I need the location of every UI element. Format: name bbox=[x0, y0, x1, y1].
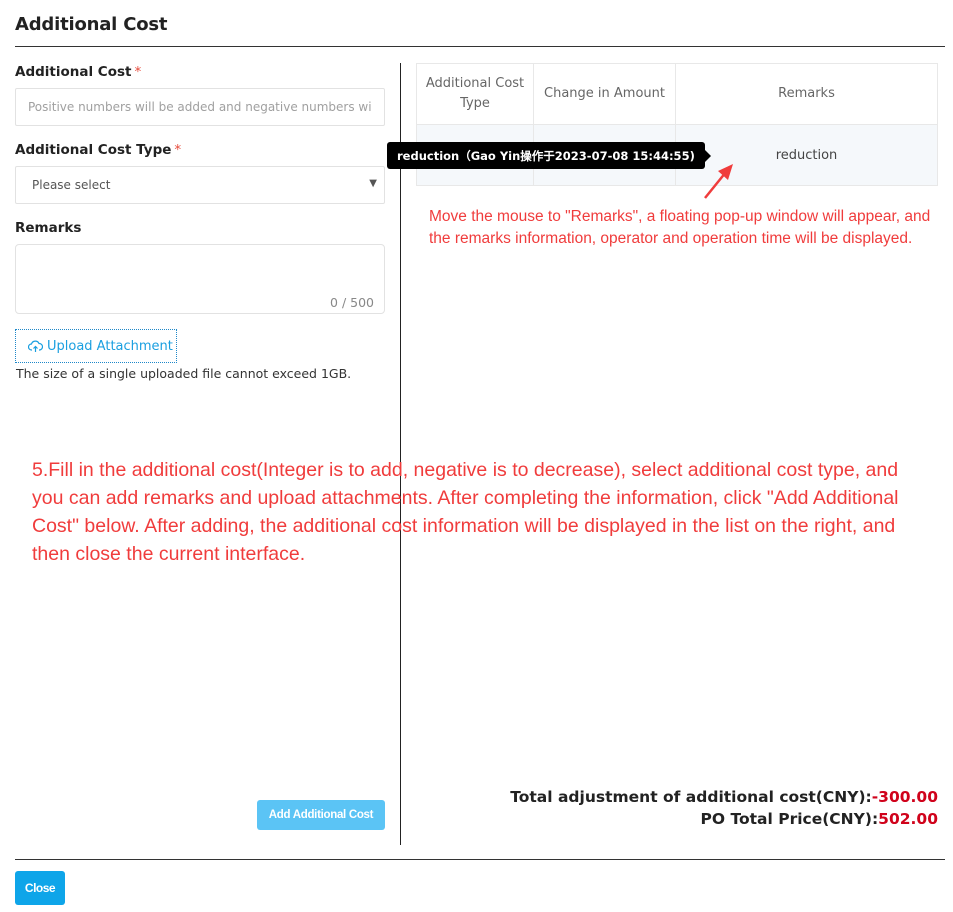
additional-cost-type-label: Additional Cost Type * bbox=[15, 142, 181, 158]
panel-divider bbox=[400, 63, 401, 845]
footer-divider bbox=[15, 859, 945, 860]
additional-cost-type-label-text: Additional Cost Type bbox=[15, 142, 172, 158]
totals-summary: Total adjustment of additional cost(CNY)… bbox=[510, 786, 938, 830]
remarks-textarea[interactable] bbox=[16, 245, 384, 313]
adjustment-total: Total adjustment of additional cost(CNY)… bbox=[510, 786, 938, 808]
po-total-label: PO Total Price(CNY): bbox=[700, 810, 879, 828]
upload-attachment-label: Upload Attachment bbox=[47, 338, 173, 354]
required-mark: * bbox=[174, 142, 182, 158]
po-total-value: 502.00 bbox=[878, 810, 938, 828]
column-header-type: Additional Cost Type bbox=[416, 63, 534, 125]
column-header-amount: Change in Amount bbox=[533, 63, 676, 125]
required-mark: * bbox=[134, 64, 142, 80]
step-instruction: 5.Fill in the additional cost(Integer is… bbox=[32, 459, 899, 565]
adjustment-total-label: Total adjustment of additional cost(CNY)… bbox=[510, 788, 872, 806]
add-additional-cost-button[interactable]: Add Additional Cost bbox=[257, 800, 385, 830]
column-header-remarks: Remarks bbox=[675, 63, 938, 125]
po-total: PO Total Price(CNY):502.00 bbox=[510, 808, 938, 830]
dialog-title: Additional Cost bbox=[15, 14, 168, 35]
adjustment-total-value: -300.00 bbox=[871, 788, 938, 806]
remarks-tooltip: reduction（Gao Yin操作于2023-07-08 15:44:55) bbox=[387, 142, 711, 169]
select-value: Please select bbox=[32, 178, 111, 192]
annotation-arrow-icon bbox=[704, 164, 733, 199]
header-divider bbox=[15, 46, 945, 47]
additional-cost-label: Additional Cost * bbox=[15, 64, 141, 80]
additional-cost-type-select[interactable]: Please select ▼ bbox=[15, 166, 385, 204]
upload-attachment-button[interactable]: Upload Attachment bbox=[15, 329, 177, 363]
upload-size-hint: The size of a single uploaded file canno… bbox=[16, 366, 352, 381]
remarks-field[interactable]: 0 / 500 bbox=[15, 244, 385, 314]
additional-cost-field[interactable] bbox=[15, 88, 385, 126]
tooltip-annotation: Move the mouse to "Remarks", a floating … bbox=[429, 208, 931, 247]
additional-cost-input[interactable] bbox=[16, 89, 384, 125]
remarks-char-counter: 0 / 500 bbox=[330, 295, 374, 310]
close-button[interactable]: Close bbox=[15, 871, 65, 905]
additional-cost-label-text: Additional Cost bbox=[15, 64, 132, 80]
caret-down-icon: ▼ bbox=[369, 178, 377, 189]
remarks-label: Remarks bbox=[15, 220, 82, 236]
table-header-row: Additional Cost Type Change in Amount Re… bbox=[416, 63, 938, 125]
cloud-upload-icon bbox=[28, 340, 43, 352]
